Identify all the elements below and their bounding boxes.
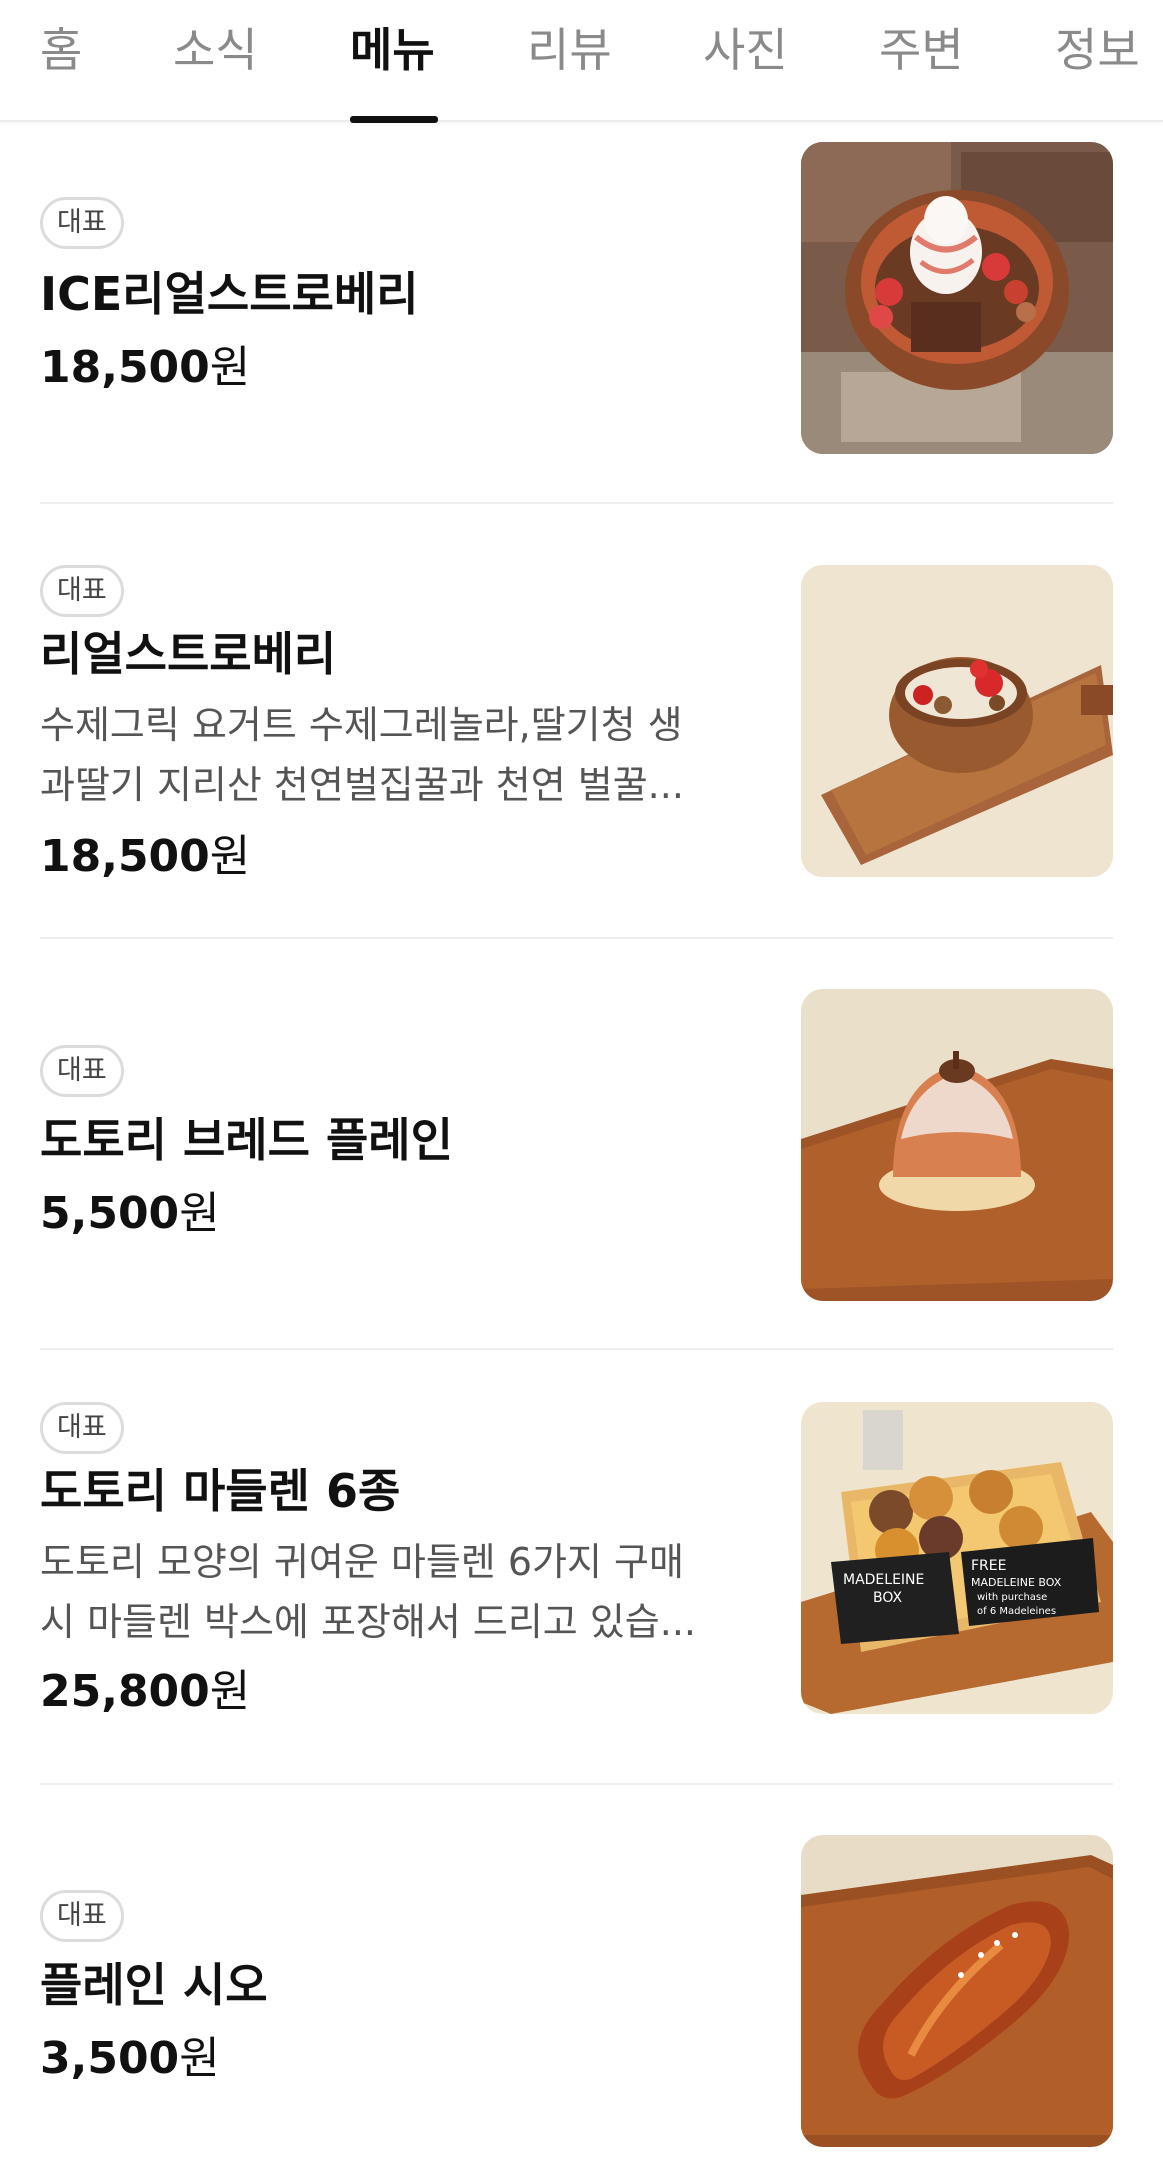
divider [40,1783,1113,1785]
price-value: 3,500 [40,2033,180,2084]
menu-item-name: 리얼스트로베리 [40,627,337,681]
tab-reviews[interactable]: 리뷰 [527,22,612,78]
menu-item-description: 수제그릭 요거트 수제그레놀라,딸기청 생 과딸기 지리산 천연벌집꿀과 천연 … [40,695,750,815]
price-currency: 원 [179,2033,220,2084]
menu-item-price: 18,500원 [40,340,250,396]
menu-item-name: ICE리얼스트로베리 [40,267,419,321]
tab-news[interactable]: 소식 [173,22,258,78]
divider [40,937,1113,939]
box-sign-text: FREE [971,1558,1006,1574]
box-sign-text: BOX [873,1590,902,1606]
tab-photos[interactable]: 사진 [703,22,788,78]
signature-badge: 대표 [40,1890,124,1942]
price-currency: 원 [209,1666,251,1717]
menu-item-name: 도토리 브레드 플레인 [40,1113,453,1167]
menu-item-price: 25,800원 [40,1664,250,1720]
menu-item-name: 도토리 마들렌 6종 [40,1464,401,1518]
price-value: 18,500 [40,831,210,882]
signature-badge: 대표 [40,565,124,617]
divider [40,502,1113,504]
price-currency: 원 [209,342,251,393]
tab-home[interactable]: 홈 [40,22,82,78]
signature-badge: 대표 [40,1045,124,1097]
price-currency: 원 [179,1188,220,1239]
description-line: 수제그릭 요거트 수제그레놀라,딸기청 생 [40,703,683,747]
price-currency: 원 [209,831,251,882]
signature-badge: 대표 [40,197,124,249]
box-sign-text: of 6 Madeleines [977,1606,1056,1617]
price-value: 25,800 [40,1666,210,1717]
tab-menu[interactable]: 메뉴 [350,22,435,78]
menu-item-name: 플레인 시오 [40,1958,268,2012]
menu-item-description: 도토리 모양의 귀여운 마들렌 6가지 구매 시 마들렌 박스에 포장해서 드리… [40,1532,750,1652]
menu-item[interactable]: 대표 ICE리얼스트로베리 18,500원 [40,140,1113,458]
description-line: 도토리 모양의 귀여운 마들렌 6가지 구매 [40,1540,684,1584]
menu-item[interactable]: 대표 플레인 시오 3,500원 [40,1835,1113,2147]
madeleine-box-image: MADELEINE BOX FREE MADELEINE BOX with pu… [801,1402,1113,1714]
tab-info[interactable]: 정보 [1055,22,1140,78]
tab-nearby[interactable]: 주변 [879,22,964,78]
tab-bar: 홈 소식 메뉴 리뷰 사진 주변 정보 [0,0,1163,123]
price-value: 5,500 [40,1188,180,1239]
salt-bread-image [801,1835,1113,2147]
menu-item-price: 5,500원 [40,1186,220,1242]
menu-item[interactable]: 대표 도토리 브레드 플레인 5,500원 [40,989,1113,1301]
acorn-bread-image [801,989,1113,1301]
box-sign-text: MADELEINE [843,1572,924,1588]
menu-item[interactable]: 대표 리얼스트로베리 수제그릭 요거트 수제그레놀라,딸기청 생 과딸기 지리산… [40,565,1113,883]
strawberry-ice-cream-bowl-image [801,142,1113,454]
description-line: 과딸기 지리산 천연벌집꿀과 천연 벌꿀... [40,763,684,807]
strawberry-yogurt-bowl-image [801,565,1113,877]
signature-badge: 대표 [40,1402,124,1454]
menu-item-price: 18,500원 [40,829,250,885]
box-sign-text: with purchase [977,1592,1047,1603]
price-value: 18,500 [40,342,210,393]
menu-item[interactable]: 대표 도토리 마들렌 6종 도토리 모양의 귀여운 마들렌 6가지 구매 시 마… [40,1402,1113,1720]
divider [40,1348,1113,1350]
menu-item-price: 3,500원 [40,2031,220,2087]
box-sign-text: MADELEINE BOX [971,1576,1062,1589]
description-line: 시 마들렌 박스에 포장해서 드리고 있습... [40,1600,696,1644]
active-tab-indicator [350,116,438,123]
